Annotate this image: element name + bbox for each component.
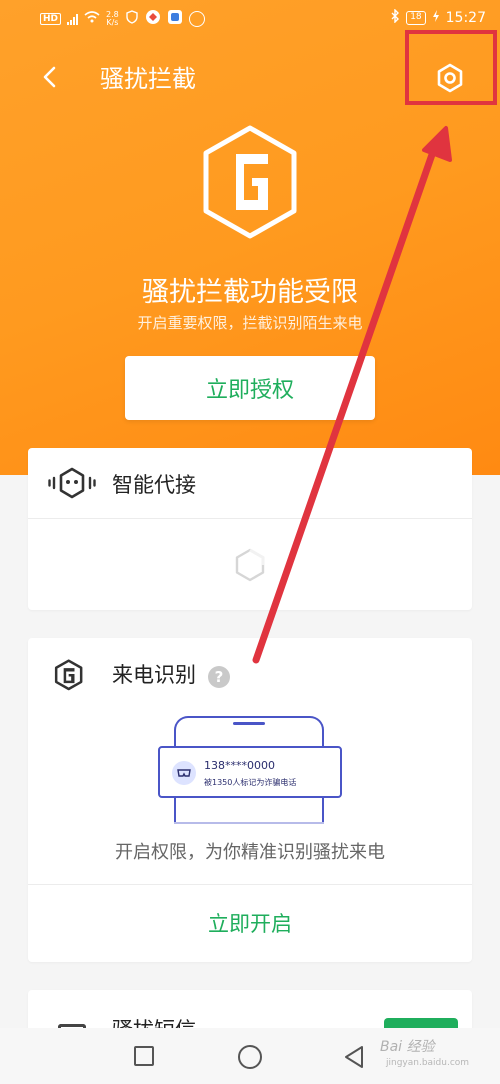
hexagon-shield-icon xyxy=(54,659,83,691)
back-button[interactable] xyxy=(38,60,64,94)
cell-signal-icon xyxy=(67,13,79,25)
grant-permission-button[interactable]: 立即授权 xyxy=(125,356,375,420)
app-notification-icon xyxy=(145,9,161,29)
smart-answer-title: 智能代接 xyxy=(112,473,196,497)
system-back-button[interactable] xyxy=(342,1044,368,1070)
recent-apps-button[interactable] xyxy=(134,1046,154,1066)
divider xyxy=(28,518,472,519)
phone-illustration-base xyxy=(174,822,324,824)
mask-icon xyxy=(172,761,196,785)
hero-logo xyxy=(200,124,300,240)
charging-icon xyxy=(432,10,440,26)
app-badge-icon xyxy=(167,9,183,29)
incoming-call-card-illustration: 138****0000 被1350人标记为诈骗电话 xyxy=(158,746,342,798)
settings-button[interactable] xyxy=(430,58,470,98)
bluetooth-icon xyxy=(390,8,400,27)
hero-title: 骚扰拦截功能受限 xyxy=(142,277,358,308)
enable-now-button[interactable]: 立即开启 xyxy=(28,884,472,962)
clock: 15:27 xyxy=(445,10,486,26)
phone-notch xyxy=(233,722,265,725)
compass-icon xyxy=(188,11,205,27)
hero-subtitle: 开启重要权限，拦截识别陌生来电 xyxy=(137,314,363,332)
home-button[interactable] xyxy=(238,1045,262,1069)
network-speed: 2.8 K/s xyxy=(106,11,119,27)
caller-id-header: 来电识别 ? xyxy=(28,638,472,708)
hexagon-spinner-icon xyxy=(235,548,265,582)
illustration-fraud-tag: 被1350人标记为诈骗电话 xyxy=(204,778,297,787)
hd-badge: HD xyxy=(40,13,62,25)
caller-id-title: 来电识别 xyxy=(112,663,196,687)
illustration-phone-number: 138****0000 xyxy=(204,759,275,772)
caller-id-card: 来电识别 ? 138****0000 被1350人标记为诈骗电话 开启权限，为你… xyxy=(28,638,472,962)
shield-heart-icon xyxy=(125,10,139,28)
help-icon[interactable]: ? xyxy=(208,666,230,688)
page-title: 骚扰拦截 xyxy=(100,65,196,93)
system-nav-bar: Bai 经验 jingyan.baidu.com xyxy=(0,1028,500,1084)
caller-id-description: 开启权限，为你精准识别骚扰来电 xyxy=(115,842,385,863)
wifi-icon xyxy=(84,11,100,27)
hexagon-shield-logo-icon xyxy=(203,125,297,239)
smart-answer-card[interactable]: 智能代接 xyxy=(28,448,472,610)
watermark: Bai 经验 xyxy=(380,1039,435,1055)
robot-voice-icon xyxy=(48,467,96,499)
status-left: HD 2.8 K/s xyxy=(40,9,205,29)
chevron-left-icon xyxy=(43,66,56,88)
hexagon-gear-icon xyxy=(437,63,463,93)
battery-indicator: 18 xyxy=(406,11,426,25)
network-speed-unit: K/s xyxy=(106,18,119,27)
status-right: 18 15:27 xyxy=(390,8,486,27)
smart-answer-header[interactable]: 智能代接 xyxy=(28,448,472,518)
watermark-url: jingyan.baidu.com xyxy=(386,1058,470,1068)
